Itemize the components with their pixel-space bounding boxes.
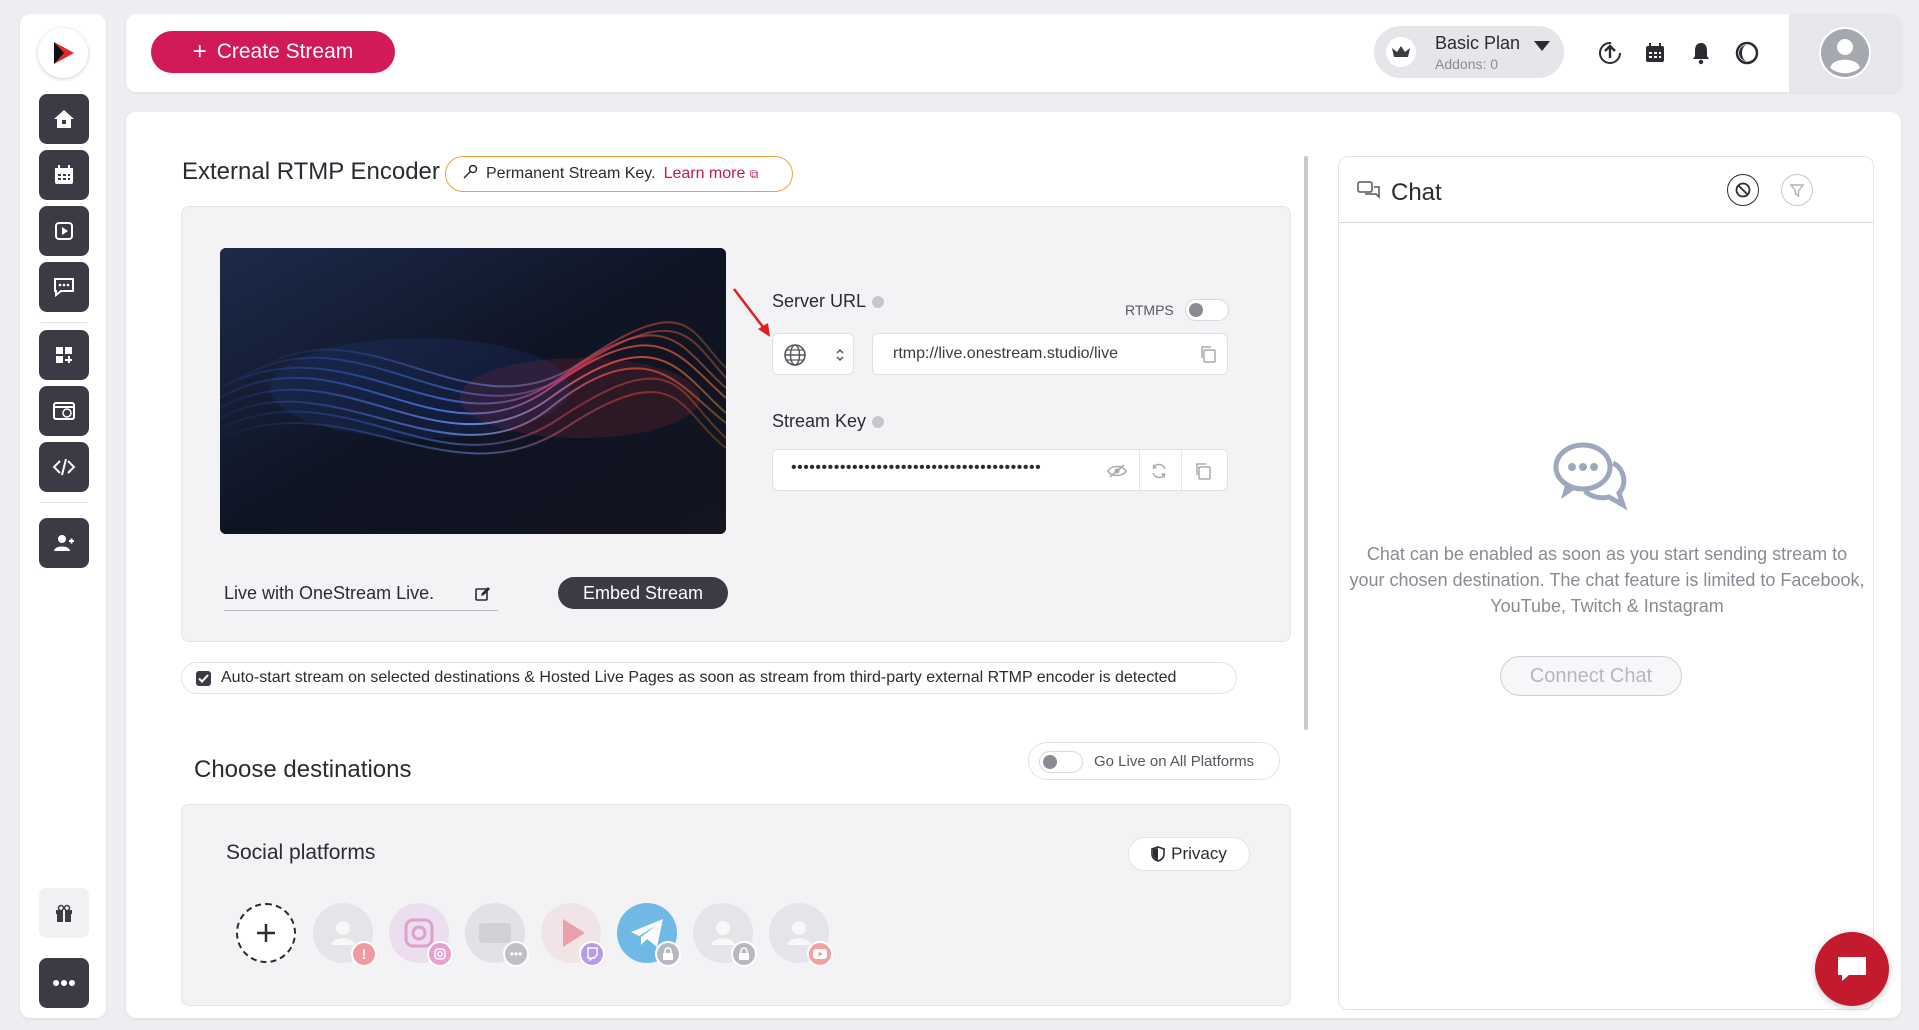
auto-start-checkbox[interactable]	[196, 670, 211, 686]
stream-preview	[220, 248, 726, 534]
chevron-down-icon	[1534, 41, 1550, 51]
stream-key-label: Stream Key	[772, 411, 885, 432]
edit-icon[interactable]	[475, 586, 491, 602]
auto-start-option: Auto-start stream on selected destinatio…	[181, 662, 1237, 694]
go-live-all-label: Go Live on All Platforms	[1094, 753, 1255, 770]
plus-icon: +	[192, 38, 207, 65]
chat-header: Chat	[1339, 157, 1873, 223]
encoder-title: External RTMP Encoder	[182, 158, 440, 185]
instagram-icon	[427, 941, 453, 967]
plan-selector[interactable]: Basic Plan Addons: 0	[1374, 26, 1564, 78]
create-stream-button[interactable]: + Create Stream	[151, 31, 395, 73]
support-chat-button[interactable]	[1815, 932, 1889, 1006]
chat-empty-icon	[1553, 442, 1628, 511]
permanent-key-pill: Permanent Stream Key. Learn more ⧉	[445, 156, 793, 192]
hide-eye-icon[interactable]	[1107, 461, 1127, 481]
add-destination-button[interactable]	[236, 903, 296, 963]
home-icon[interactable]	[39, 94, 89, 144]
chevron-updown-icon	[836, 348, 844, 362]
external-link-icon: ⧉	[749, 167, 759, 181]
permanent-key-text: Permanent Stream Key.	[486, 165, 656, 182]
filter-icon[interactable]	[1781, 174, 1813, 206]
go-live-all-toggle[interactable]	[1039, 751, 1083, 773]
chat-info-message: Chat can be enabled as soon as you start…	[1349, 544, 1865, 616]
create-stream-label: Create Stream	[216, 40, 354, 63]
server-url-label: Server URL	[772, 291, 885, 312]
info-icon	[872, 416, 885, 429]
protocol-selector[interactable]	[772, 333, 854, 375]
main-panel: External RTMP Encoder Permanent Stream K…	[126, 112, 1901, 1018]
info-icon	[872, 296, 885, 309]
plan-addons: Addons: 0	[1435, 56, 1499, 72]
code-embed-icon[interactable]	[39, 442, 89, 492]
rtmps-toggle[interactable]	[1185, 299, 1229, 321]
server-url-value: rtmp://live.onestream.studio/live	[893, 345, 1118, 362]
video-library-icon[interactable]	[39, 206, 89, 256]
schedule-calendar-icon[interactable]	[1640, 38, 1670, 68]
calendar-icon[interactable]	[39, 150, 89, 200]
learn-more-link[interactable]: Learn more ⧉	[664, 165, 759, 183]
youtube-platform[interactable]	[769, 903, 833, 967]
red-arrow-annotation	[733, 288, 770, 337]
gift-icon[interactable]	[39, 888, 89, 938]
stream-key-value: ••••••••••••••••••••••••••••••••••••••••…	[791, 459, 1042, 476]
chat-icon	[1357, 181, 1380, 199]
warning-icon: !	[351, 941, 377, 967]
privacy-label: Privacy	[1171, 844, 1227, 863]
privacy-button[interactable]: Privacy	[1128, 837, 1250, 871]
rtmp-platform[interactable]: •••	[465, 903, 529, 967]
locked-account-platform[interactable]	[693, 903, 757, 967]
encoder-box: Live with OneStream Live. Embed Stream S…	[181, 206, 1291, 642]
auto-start-label: Auto-start stream on selected destinatio…	[221, 669, 1177, 686]
chat-title: Chat	[1391, 179, 1442, 206]
youtube-icon	[807, 941, 833, 967]
crown-icon	[1386, 37, 1416, 67]
chat-panel: Chat Chat can be enabled as soon as you …	[1338, 156, 1874, 1010]
key-icon	[462, 164, 478, 185]
upload-icon[interactable]	[1595, 38, 1625, 68]
shield-icon	[1151, 846, 1165, 862]
server-url-field[interactable]: rtmp://live.onestream.studio/live	[872, 333, 1228, 375]
twitch-icon	[579, 941, 605, 967]
social-platforms-title: Social platforms	[226, 841, 376, 864]
copy-key-icon[interactable]	[1193, 461, 1213, 481]
plus-icon	[257, 924, 275, 942]
block-icon[interactable]	[1727, 174, 1759, 206]
user-avatar[interactable]	[1789, 14, 1901, 92]
team-users-icon[interactable]	[39, 518, 89, 568]
social-platforms-box: Social platforms Privacy ! •••	[181, 804, 1291, 1006]
more-dots-icon: •••	[503, 941, 529, 967]
plan-name: Basic Plan	[1435, 33, 1521, 53]
bell-icon[interactable]	[1686, 38, 1716, 68]
theme-toggle-icon[interactable]	[1732, 38, 1762, 68]
onestream-logo[interactable]	[38, 28, 88, 78]
chat-bubble-icon[interactable]	[39, 262, 89, 312]
go-live-all-option: Go Live on All Platforms	[1028, 742, 1280, 780]
rtmps-label: RTMPS	[1125, 302, 1174, 318]
instagram-platform[interactable]	[389, 903, 453, 967]
choose-destinations-title: Choose destinations	[194, 756, 412, 783]
more-menu-icon[interactable]	[39, 958, 89, 1008]
connect-chat-button[interactable]: Connect Chat	[1500, 656, 1682, 696]
message-bubble-icon	[1838, 957, 1866, 981]
scrollbar[interactable]	[1304, 156, 1308, 730]
embed-stream-button[interactable]: Embed Stream	[558, 577, 728, 609]
twitch-platform[interactable]	[541, 903, 605, 967]
lock-icon	[655, 941, 681, 967]
apps-icon[interactable]	[39, 330, 89, 380]
globe-icon	[784, 344, 806, 366]
web-page-icon[interactable]	[39, 386, 89, 436]
facebook-platform[interactable]: !	[313, 903, 377, 967]
copy-url-icon[interactable]	[1199, 345, 1217, 363]
telegram-platform[interactable]	[617, 903, 681, 967]
refresh-icon[interactable]	[1149, 461, 1169, 481]
lock-icon	[731, 941, 757, 967]
stream-key-field[interactable]: ••••••••••••••••••••••••••••••••••••••••…	[772, 449, 1228, 491]
top-bar: + Create Stream Basic Plan Addons: 0	[126, 14, 1901, 92]
sidebar	[20, 14, 106, 1018]
stream-title-field[interactable]: Live with OneStream Live.	[224, 577, 498, 611]
